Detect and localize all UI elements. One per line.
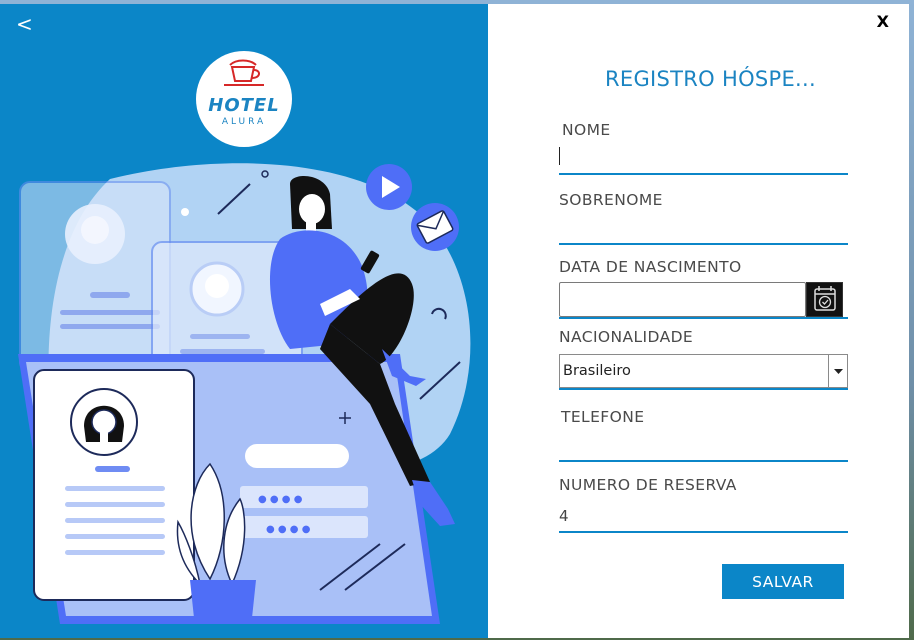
telefone-underline <box>559 460 848 462</box>
back-button[interactable]: < <box>16 12 33 36</box>
save-button[interactable]: SALVAR <box>722 564 844 599</box>
close-button[interactable]: X <box>877 12 889 31</box>
password-mask-2: ● ● ● ● <box>266 524 311 535</box>
registration-window: ● ● ● ● ● ● ● ● HOTEL ALURA < X REGISTRO… <box>0 0 914 640</box>
logo-brand-sub: ALURA <box>221 117 267 127</box>
numero-reserva-input[interactable] <box>559 502 848 530</box>
password-mask-1: ● ● ● ● <box>258 494 303 505</box>
form-title: REGISTRO HÓSPE... <box>605 67 816 91</box>
numero-reserva-underline <box>559 531 848 533</box>
numero-reserva-label: NUMERO DE RESERVA <box>559 476 737 494</box>
profile-card-back <box>19 181 171 373</box>
sobrenome-input[interactable] <box>559 214 848 242</box>
nome-input[interactable] <box>559 144 848 172</box>
nacionalidade-underline <box>559 388 848 390</box>
data-nascimento-field[interactable] <box>559 282 806 317</box>
play-bubble-icon <box>366 164 412 210</box>
telefone-input[interactable] <box>559 432 848 460</box>
nome-label: NOME <box>562 121 611 139</box>
nacionalidade-select[interactable]: Brasileiro <box>559 354 848 388</box>
mail-bubble-icon <box>411 203 459 251</box>
sobrenome-label: SOBRENOME <box>559 191 663 209</box>
illustration-panel: ● ● ● ● ● ● ● ● HOTEL ALURA < <box>0 4 488 638</box>
telefone-label: TELEFONE <box>561 408 645 426</box>
data-nascimento-underline <box>559 317 848 319</box>
calendar-check-icon <box>814 286 836 311</box>
calendar-button[interactable] <box>806 282 843 317</box>
form-panel: X REGISTRO HÓSPE... NOME SOBRENOME DATA … <box>488 4 909 638</box>
nacionalidade-value: Brasileiro <box>563 363 631 379</box>
data-nascimento-input[interactable] <box>563 286 801 314</box>
coffee-cup-icon <box>224 59 264 86</box>
nacionalidade-dropdown-button[interactable] <box>828 355 847 387</box>
nome-underline <box>559 173 848 175</box>
profile-card-front <box>33 369 195 601</box>
data-nascimento-label: DATA DE NASCIMENTO <box>559 258 742 276</box>
chevron-down-icon <box>834 369 843 374</box>
nacionalidade-label: NACIONALIDADE <box>559 328 694 346</box>
sobrenome-underline <box>559 243 848 245</box>
logo-brand-name: HOTEL <box>208 95 280 116</box>
hotel-logo: HOTEL ALURA <box>196 51 292 147</box>
